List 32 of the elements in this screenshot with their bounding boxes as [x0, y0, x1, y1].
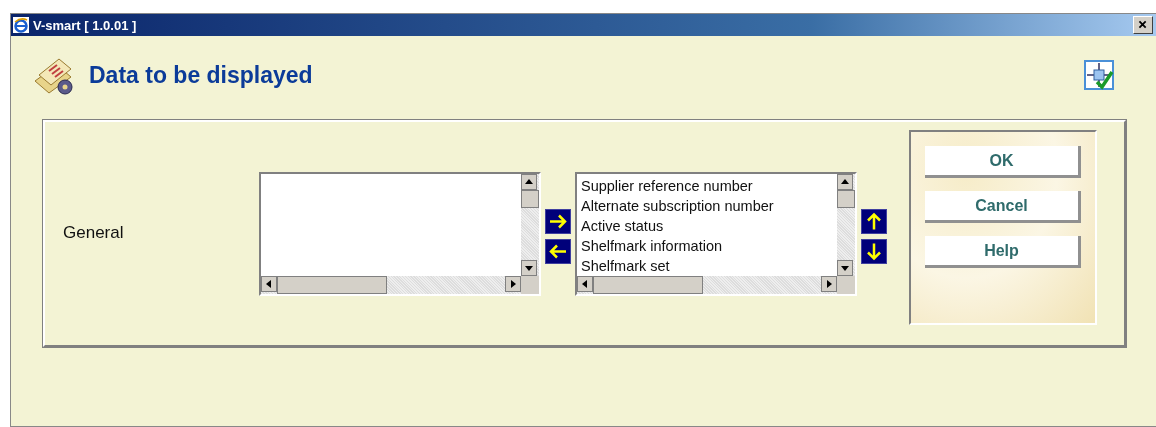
dialog-button[interactable]: Help — [925, 236, 1081, 268]
vertical-scrollbar[interactable] — [521, 173, 539, 276]
list-item[interactable]: Shelfmark set — [581, 255, 833, 276]
dialog-button[interactable]: OK — [925, 146, 1081, 178]
window-title: V-smart [ 1.0.01 ] — [33, 17, 137, 33]
scroll-right-icon[interactable] — [821, 275, 837, 292]
scroll-right-icon[interactable] — [505, 275, 521, 292]
list-item[interactable]: Shelfmark information — [581, 235, 833, 256]
move-check-icon[interactable] — [1084, 60, 1114, 90]
list-box[interactable]: Supplier reference number Alternate subscription number Active status Shelfmark information Shelfmark set — [575, 171, 857, 296]
vertical-scrollbar[interactable] — [837, 173, 855, 276]
horizontal-scrollbar[interactable] — [261, 275, 521, 294]
scroll-up-icon[interactable] — [837, 173, 853, 190]
scroll-left-icon[interactable] — [577, 275, 593, 292]
horizontal-scrollbar[interactable] — [577, 275, 837, 294]
list-item[interactable]: Active status — [581, 215, 833, 236]
scroll-thumb[interactable] — [593, 275, 703, 294]
close-icon[interactable] — [1133, 16, 1153, 34]
scroll-left-icon[interactable] — [261, 275, 277, 292]
scroll-thumb[interactable] — [277, 275, 387, 294]
scroll-down-icon[interactable] — [521, 259, 537, 276]
list-item[interactable]: Supplier reference number — [581, 175, 833, 196]
list-item[interactable]: Alternate subscription number — [581, 195, 833, 216]
browser-icon — [13, 17, 29, 33]
scroll-down-icon[interactable] — [837, 259, 853, 276]
list-box[interactable] — [259, 171, 541, 296]
scroll-thumb[interactable] — [837, 189, 855, 208]
page-title: Data to be displayed — [89, 61, 313, 89]
section-label: General — [62, 222, 125, 243]
scroll-up-icon[interactable] — [521, 173, 537, 190]
dialog-button[interactable]: Cancel — [925, 191, 1081, 223]
scroll-thumb[interactable] — [521, 189, 539, 208]
